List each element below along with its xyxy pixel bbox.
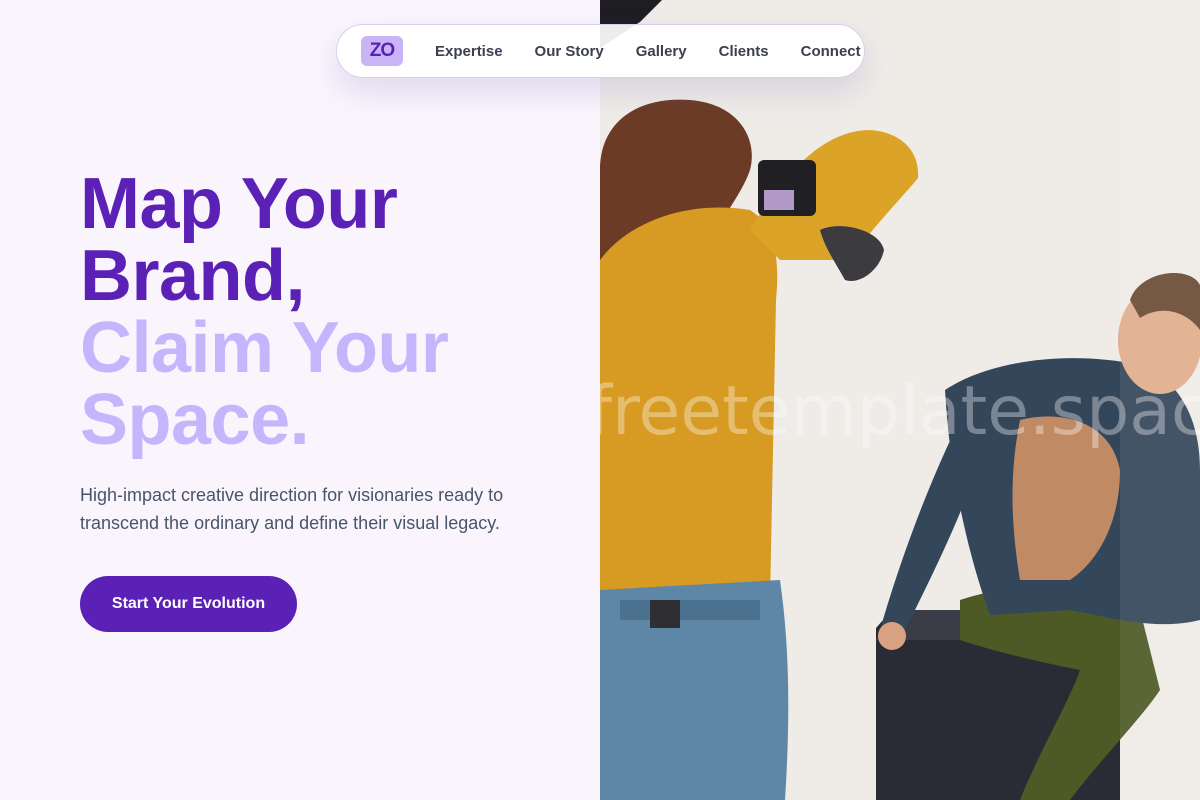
headline-line-2: Brand, [80,236,306,316]
nav-link-gallery[interactable]: Gallery [636,43,687,60]
headline-line-1: Map Your [80,164,398,244]
hero-lead-text: High-impact creative direction for visio… [80,485,504,533]
hero-page: Map Your Brand, Claim Your Space. High-i… [0,0,1200,800]
watermark-text: freetemplate.space [600,372,1200,451]
nav-link-our-story[interactable]: Our Story [535,43,604,60]
main-navigation: ZO Expertise Our Story Gallery Clients C… [336,24,865,78]
nav-links: Expertise Our Story Gallery Clients Conn… [435,43,861,60]
hero-headline: Map Your Brand, Claim Your Space. [80,164,449,460]
start-evolution-button[interactable]: Start Your Evolution [80,576,297,632]
headline-line-3: Claim Your [80,308,449,388]
nav-link-connect[interactable]: Connect [801,43,861,60]
nav-link-expertise[interactable]: Expertise [435,43,503,60]
hero-photo: freetemplate.space [600,0,1200,800]
brand-logo[interactable]: ZO [361,36,403,66]
nav-link-clients[interactable]: Clients [719,43,769,60]
hero-text-panel: Map Your Brand, Claim Your Space. High-i… [0,0,600,800]
headline-line-4: Space. [80,380,310,460]
